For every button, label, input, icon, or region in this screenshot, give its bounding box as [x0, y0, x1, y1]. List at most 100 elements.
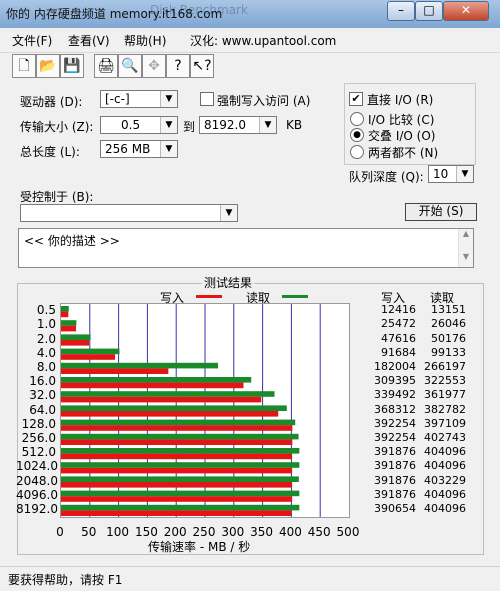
write-bar	[61, 482, 293, 488]
y-tick-label: 8192.0	[16, 501, 58, 516]
neither-radio[interactable]	[350, 145, 364, 159]
chart-svg	[61, 304, 321, 517]
overlapped-io-radio[interactable]: ●	[350, 128, 364, 142]
save-icon[interactable]: 💾	[60, 54, 84, 78]
y-tick-label: 8.0	[36, 359, 56, 374]
write-bar	[61, 368, 169, 374]
read-value-label: 99133	[431, 345, 466, 359]
start-button[interactable]: 开始 (S)	[405, 203, 477, 221]
description-scrollbar[interactable]: ▲ ▼	[458, 229, 473, 267]
y-tick-label: 64.0	[29, 402, 56, 417]
y-tick-label: 128.0	[21, 416, 56, 431]
write-bar	[61, 311, 69, 318]
description-text: << 你的描述 >>	[24, 234, 120, 248]
read-bar	[61, 362, 219, 369]
write-bar	[61, 325, 77, 332]
print-icon[interactable]: 🖨	[94, 54, 118, 78]
read-value-label: 403229	[424, 473, 466, 487]
write-value-label: 391876	[374, 487, 416, 501]
x-tick-label: 200	[163, 525, 187, 539]
x-tick-label: 100	[106, 525, 130, 539]
write-bar	[61, 467, 293, 474]
write-value-label: 25472	[381, 317, 416, 331]
read-value-label: 361977	[424, 388, 466, 402]
close-button[interactable]: ✕	[443, 1, 489, 21]
total-length-select[interactable]: 256 MB ▼	[100, 140, 178, 158]
new-icon[interactable]: 🗋	[12, 54, 36, 78]
title-bar: Disk Benchmark 你的 内存硬盘频道 memory.it168.co…	[0, 0, 500, 28]
read-value-label: 26046	[431, 317, 466, 331]
write-value-label: 391876	[374, 473, 416, 487]
menu-localized-url[interactable]: 汉化: www.upantool.com	[190, 32, 336, 49]
read-bar	[61, 405, 287, 411]
x-axis-label: 传输速率 - MB / 秒	[148, 540, 251, 554]
menu-view[interactable]: 查看(V)	[68, 32, 110, 49]
window-title: 你的 内存硬盘频道 memory.it168.com	[6, 5, 222, 22]
context-help-icon[interactable]: ↖?	[190, 54, 214, 78]
print-preview-icon[interactable]: 🔍	[118, 54, 142, 78]
read-value-label: 50176	[431, 331, 466, 345]
read-bar	[61, 433, 299, 440]
move-icon[interactable]: ✥	[142, 54, 166, 78]
force-write-checkbox[interactable]	[200, 92, 214, 106]
read-bar	[61, 334, 91, 340]
y-tick-label: 0.5	[36, 303, 56, 318]
x-tick-label: 450	[307, 525, 331, 539]
write-value-label: 12416	[381, 303, 416, 317]
title-url: memory.it168.com	[109, 7, 223, 21]
read-value-label: 404096	[424, 501, 466, 515]
write-bar	[61, 354, 116, 360]
write-value-label: 392254	[374, 416, 416, 430]
write-value-label: 391876	[374, 445, 416, 459]
legend-read-swatch	[282, 295, 308, 298]
to-label: 到	[183, 120, 196, 134]
maximize-button[interactable]: □	[415, 1, 443, 21]
transfer-to-select[interactable]: 8192.0 ▼	[199, 116, 277, 134]
open-icon[interactable]: 📂	[36, 54, 60, 78]
write-bar	[61, 396, 262, 403]
y-tick-label: 1024.0	[16, 459, 58, 474]
menu-bar: 文件(F) 查看(V) 帮助(H) 汉化: www.upantool.com	[0, 28, 500, 53]
x-tick-label: 300	[221, 525, 245, 539]
chevron-down-icon: ▼	[160, 141, 177, 157]
chevron-down-icon: ▼	[456, 166, 473, 182]
y-tick-label: 256.0	[21, 430, 56, 445]
read-bar	[61, 476, 299, 482]
read-bar	[61, 462, 300, 468]
description-box[interactable]: << 你的描述 >> ▲ ▼	[18, 228, 474, 268]
write-value-label: 368312	[374, 402, 416, 416]
write-value-label: 392254	[374, 430, 416, 444]
read-value-label: 404096	[424, 487, 466, 501]
x-tick-label: 0	[56, 525, 64, 539]
controlled-by-select[interactable]: ▼	[20, 204, 238, 222]
read-value-label: 322553	[424, 374, 466, 388]
write-value-label: 309395	[374, 374, 416, 388]
chevron-down-icon: ▼	[220, 205, 237, 221]
x-tick-label: 400	[278, 525, 302, 539]
queue-depth-label: 队列深度 (Q):	[349, 170, 424, 184]
y-tick-label: 1.0	[36, 317, 56, 332]
transfer-from-select[interactable]: 0.5 ▼	[100, 116, 178, 134]
chevron-down-icon: ▼	[160, 91, 177, 107]
read-bar	[61, 448, 300, 454]
x-tick-label: 150	[134, 525, 158, 539]
read-value-label: 404096	[424, 445, 466, 459]
x-tick-label: 250	[192, 525, 216, 539]
queue-depth-select[interactable]: 10 ▼	[428, 165, 474, 183]
read-value-label: 13151	[431, 303, 466, 317]
y-tick-label: 16.0	[29, 374, 56, 389]
title-prefix: 你的	[6, 7, 31, 21]
write-bar	[61, 411, 279, 417]
queue-depth-value: 10	[433, 167, 449, 181]
menu-file[interactable]: 文件(F)	[12, 32, 52, 49]
minimize-button[interactable]: –	[387, 1, 415, 21]
io-compare-radio[interactable]	[350, 112, 364, 126]
write-value-label: 47616	[381, 331, 416, 345]
read-bar	[61, 391, 275, 397]
drive-select[interactable]: [-c-] ▼	[100, 90, 178, 108]
menu-help[interactable]: 帮助(H)	[124, 32, 166, 49]
total-length-value: 256 MB	[105, 142, 151, 156]
chart-plot	[60, 303, 350, 518]
help-icon[interactable]: ?	[166, 54, 190, 78]
title-main: 内存硬盘频道	[33, 7, 106, 21]
